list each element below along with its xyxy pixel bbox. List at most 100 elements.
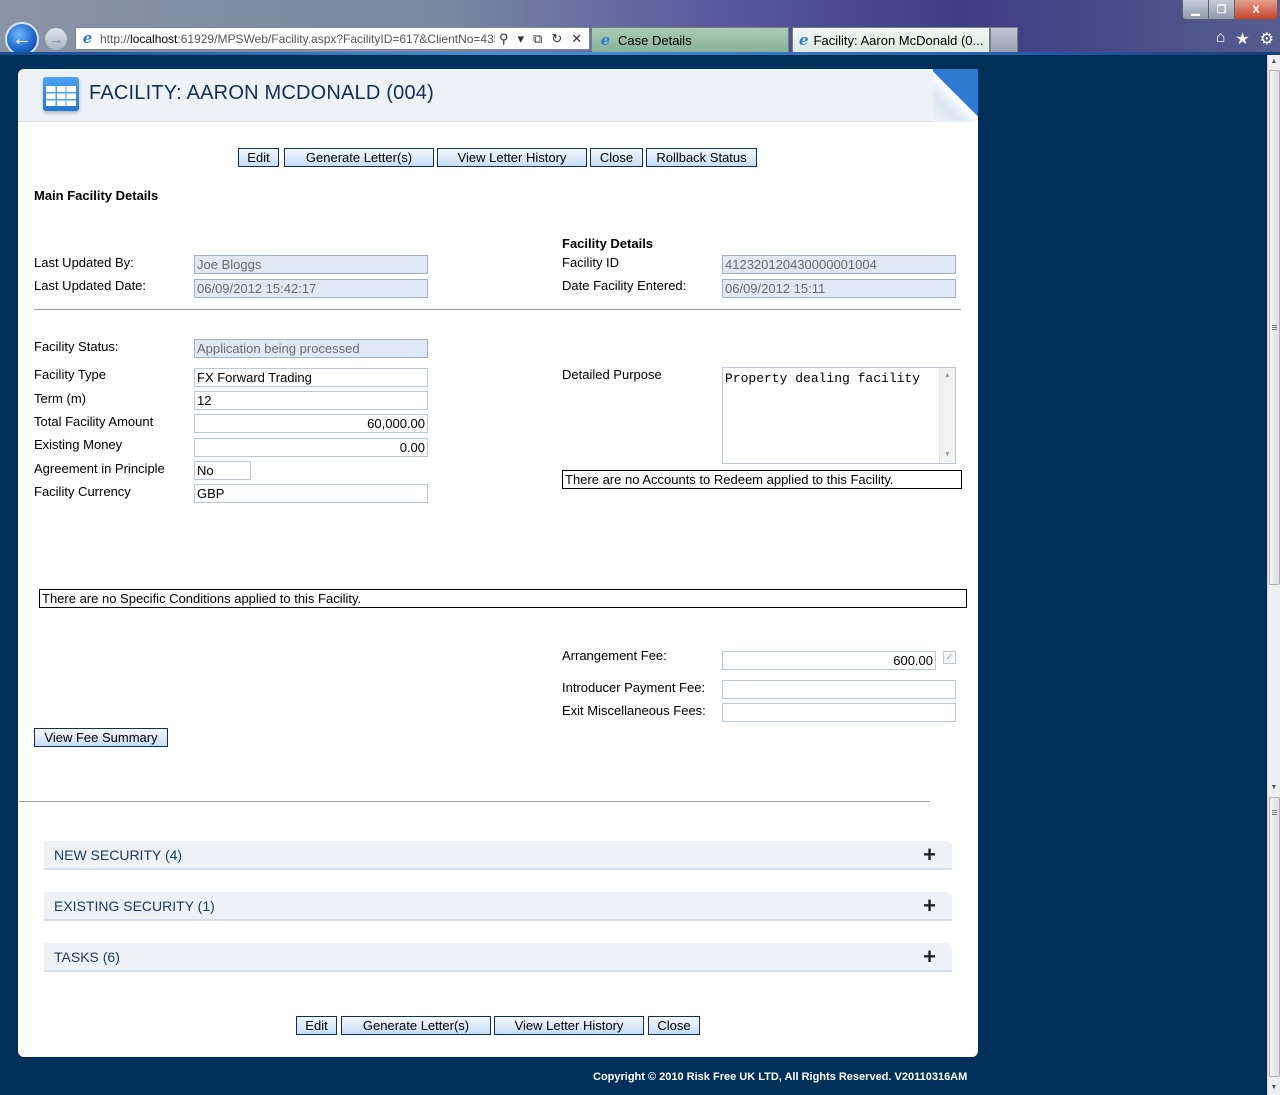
existing-money-field[interactable]: 0.00 [194, 438, 428, 457]
close-window-button[interactable]: X [1235, 0, 1277, 19]
url-host: localhost [130, 31, 178, 46]
grip-icon [1272, 810, 1277, 816]
compatibility-view-icon[interactable]: ⧉ [533, 31, 542, 47]
date-facility-entered-field: 06/09/2012 15:11 [722, 279, 956, 298]
forward-button[interactable]: → [44, 27, 68, 51]
tab-case-details[interactable]: e Case Details [591, 27, 789, 52]
facility-panel: FACILITY: AARON MCDONALD (004) Edit Gene… [18, 69, 978, 1057]
facility-type-field[interactable]: FX Forward Trading [194, 368, 428, 387]
outer-scrollbar[interactable]: ▲ ▼ [1267, 55, 1280, 795]
search-icon[interactable]: ⚲ [499, 31, 509, 47]
divider [34, 309, 961, 310]
no-conditions-message: There are no Specific Conditions applied… [39, 589, 967, 608]
view-letter-history-button-bottom[interactable]: View Letter History [494, 1016, 644, 1035]
term-field[interactable]: 12 [194, 391, 428, 410]
scroll-down-icon[interactable]: ▼ [1268, 781, 1280, 795]
browser-chrome: ▁ ❐ X ← → e http://localhost:61929/MPSWe… [0, 0, 1280, 55]
existing-money-label: Existing Money [34, 437, 123, 452]
ie-logo-icon: e [600, 30, 611, 49]
scroll-down-icon[interactable]: ▼ [945, 451, 949, 459]
minimize-button[interactable]: ▁ [1183, 0, 1209, 19]
section-existing-security[interactable]: EXISTING SECURITY (1) + [44, 892, 952, 921]
detailed-purpose-textarea[interactable]: Property dealing facility ▲ ▼ [722, 367, 956, 464]
tab-label: Case Details [618, 32, 692, 48]
stop-icon[interactable]: ✕ [571, 31, 582, 47]
expand-plus-icon[interactable]: + [923, 945, 936, 968]
term-label: Term (m) [34, 391, 86, 406]
facility-status-label: Facility Status: [34, 339, 119, 354]
total-facility-amount-label: Total Facility Amount [34, 414, 154, 429]
introducer-payment-fee-field[interactable] [722, 680, 956, 699]
divider [19, 801, 930, 802]
ie-logo-icon: e [799, 30, 809, 49]
restore-button[interactable]: ❐ [1209, 0, 1235, 19]
copyright-footer: Copyright © 2010 Risk Free UK LTD, All R… [593, 1071, 968, 1083]
detailed-purpose-text: Property dealing facility [725, 371, 921, 386]
section-tasks[interactable]: TASKS (6) + [44, 943, 952, 972]
inner-scrollbar[interactable]: ▼ [1267, 795, 1280, 1095]
arrangement-fee-field[interactable]: 600.00 [722, 651, 936, 670]
total-facility-amount-field[interactable]: 60,000.00 [194, 414, 428, 433]
calendar-icon [43, 77, 79, 111]
arrangement-fee-checkbox[interactable]: ✓ [943, 651, 956, 664]
detailed-purpose-label: Detailed Purpose [562, 367, 662, 382]
date-facility-entered-label: Date Facility Entered: [562, 278, 687, 293]
dropdown-icon[interactable]: ▾ [518, 31, 525, 47]
page-title: FACILITY: AARON MCDONALD (004) [89, 82, 434, 104]
scroll-up-icon[interactable]: ▲ [1268, 55, 1280, 69]
favorites-star-icon[interactable]: ★ [1235, 29, 1249, 49]
section-title: NEW SECURITY (4) [54, 846, 183, 863]
close-button-bottom[interactable]: Close [648, 1016, 700, 1035]
arrangement-fee-label: Arrangement Fee: [562, 648, 667, 663]
address-url[interactable]: http://localhost:61929/MPSWeb/Facility.a… [100, 32, 495, 46]
facility-id-label: Facility ID [562, 255, 620, 270]
agreement-in-principle-label: Agreement in Principle [34, 461, 165, 476]
last-updated-date-label: Last Updated Date: [34, 278, 147, 293]
scrollbar-thumb[interactable] [1269, 797, 1280, 1077]
page-curl-decoration [933, 69, 978, 122]
generate-letters-button-bottom[interactable]: Generate Letter(s) [341, 1016, 491, 1035]
exit-misc-fees-label: Exit Miscellaneous Fees: [562, 703, 706, 718]
close-button[interactable]: Close [590, 148, 643, 167]
introducer-payment-fee-label: Introducer Payment Fee: [562, 680, 706, 695]
tab-facility[interactable]: e Facility: Aaron McDonald (0... × [792, 27, 998, 52]
back-button[interactable]: ← [5, 22, 39, 55]
facility-id-field: 412320120430000001004 [722, 255, 956, 274]
scroll-down-icon[interactable]: ▼ [1268, 1081, 1280, 1095]
edit-button-bottom[interactable]: Edit [296, 1016, 337, 1035]
last-updated-by-label: Last Updated By: [34, 255, 134, 270]
last-updated-by-field: Joe Bloggs [194, 255, 428, 274]
facility-currency-label: Facility Currency [34, 484, 131, 499]
view-fee-summary-button[interactable]: View Fee Summary [34, 728, 168, 747]
home-icon[interactable]: ⌂ [1216, 29, 1226, 49]
expand-plus-icon[interactable]: + [923, 894, 936, 917]
window-controls: ▁ ❐ X [1182, 0, 1278, 20]
edit-button[interactable]: Edit [238, 148, 279, 167]
grip-icon [1272, 324, 1277, 331]
generate-letters-button[interactable]: Generate Letter(s) [284, 148, 434, 167]
scrollbar-thumb[interactable] [1269, 70, 1280, 585]
textarea-scrollbar[interactable]: ▲ ▼ [939, 368, 955, 463]
new-tab-button[interactable] [990, 27, 1018, 52]
no-accounts-message: There are no Accounts to Redeem applied … [562, 470, 962, 489]
exit-misc-fees-field[interactable] [722, 703, 956, 722]
last-updated-date-field: 06/09/2012 15:42:17 [194, 279, 428, 298]
url-path: :61929/MPSWeb/Facility.aspx?FacilityID=6… [177, 31, 495, 46]
facility-currency-field[interactable]: GBP [194, 484, 428, 503]
address-bar[interactable]: e http://localhost:61929/MPSWeb/Facility… [75, 27, 590, 50]
section-title: TASKS (6) [54, 948, 120, 965]
view-letter-history-button[interactable]: View Letter History [437, 148, 587, 167]
agreement-in-principle-field[interactable]: No [194, 461, 251, 480]
rollback-status-button[interactable]: Rollback Status [646, 148, 757, 167]
section-new-security[interactable]: NEW SECURITY (4) + [44, 841, 952, 870]
expand-plus-icon[interactable]: + [923, 843, 936, 866]
url-scheme: http:// [100, 31, 131, 46]
facility-type-label: Facility Type [34, 367, 107, 382]
arrow-left-icon: ← [12, 27, 32, 50]
tools-gear-icon[interactable]: ⚙ [1260, 29, 1274, 49]
refresh-icon[interactable]: ↻ [551, 31, 562, 47]
ie-logo-icon: e [82, 29, 93, 47]
arrow-right-icon: → [49, 31, 63, 47]
section-title-main-details: Main Facility Details [34, 188, 159, 203]
scroll-up-icon[interactable]: ▲ [945, 372, 949, 380]
